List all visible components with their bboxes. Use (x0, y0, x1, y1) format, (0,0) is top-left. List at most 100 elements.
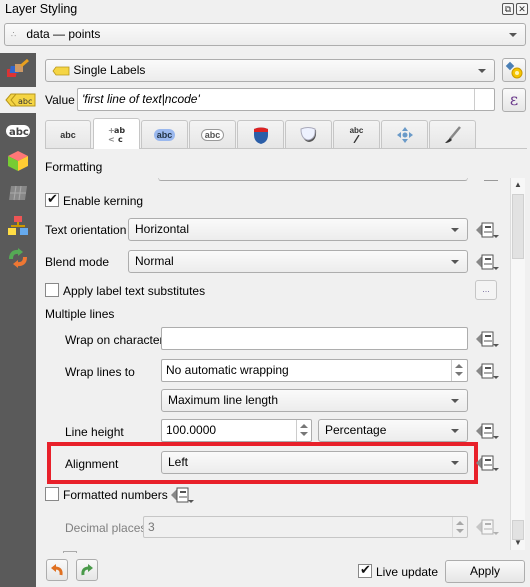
enable-kerning-checkbox[interactable] (45, 191, 59, 207)
sidebar-item-3d-view[interactable] (0, 146, 36, 176)
chevron-down-icon (451, 399, 459, 403)
formatting-icon: + ab < c (108, 126, 125, 143)
tab-background[interactable] (237, 120, 284, 148)
line-height-label: Line height (65, 425, 124, 439)
renderer-selector[interactable]: Single Labels (45, 59, 495, 82)
tab-callouts-label: abc (349, 126, 364, 135)
sidebar-item-masks[interactable]: abc (0, 116, 36, 146)
data-defined-override-icon[interactable] (475, 220, 501, 240)
svg-text:<: < (108, 135, 115, 143)
apply-substitutes-checkbox[interactable] (45, 283, 59, 297)
sidebar-item-symbology[interactable] (0, 53, 36, 85)
text-orientation-value: Horizontal (135, 222, 190, 236)
svg-text:c: c (118, 135, 123, 143)
data-defined-override-icon[interactable] (475, 421, 501, 441)
tab-buffer[interactable]: abc (141, 120, 188, 148)
data-defined-override-icon[interactable] (475, 517, 501, 537)
multiple-lines-title: Multiple lines (45, 307, 115, 321)
data-defined-override-icon[interactable] (475, 329, 501, 349)
decimal-places-value: 3 (148, 520, 155, 534)
formatted-numbers-label: Formatted numbers (63, 488, 168, 502)
data-defined-override-icon[interactable] (170, 485, 196, 505)
wrap-lines-to-label: Wrap lines to (65, 365, 135, 379)
wrap-mode-select[interactable]: Maximum line length (161, 389, 468, 412)
paintbrush-icon (7, 59, 29, 77)
scroll-up-button[interactable]: ▲ (511, 180, 525, 194)
data-defined-override-icon[interactable] (475, 361, 501, 381)
line-height-spinbox[interactable]: 100.0000 (161, 419, 312, 442)
value-expression-input[interactable]: 'first line of text|ncode' (77, 88, 495, 111)
blend-mode-select[interactable]: Normal (128, 250, 468, 273)
text-orientation-select[interactable]: Horizontal (128, 218, 468, 241)
diagram-icon (9, 185, 27, 201)
abc-mask-icon: abc (6, 125, 30, 138)
undo-redo-icon (9, 248, 27, 268)
wrap-on-character-label: Wrap on character (65, 333, 164, 347)
tab-buffer-label: abc (153, 128, 176, 141)
decimal-places-label: Decimal places (65, 521, 147, 535)
section-title-formatting: Formatting (45, 160, 103, 174)
renderer-mode: Single Labels (73, 63, 146, 77)
svg-text:ab: ab (114, 126, 125, 135)
callout-line-icon (352, 135, 360, 143)
live-update-label: Live update (376, 565, 439, 579)
redo-icon (81, 564, 93, 576)
window-title: Layer Styling (5, 2, 78, 16)
data-defined-override-icon[interactable] (475, 252, 501, 272)
tab-mask-label: abc (200, 128, 225, 141)
apply-button[interactable]: Apply (445, 560, 525, 583)
line-height-unit-select[interactable]: Percentage (318, 419, 468, 442)
spin-arrows-icon[interactable] (452, 517, 466, 538)
text-orientation-label: Text orientation (45, 223, 127, 237)
rule-settings-button[interactable] (502, 58, 526, 82)
clipped-field (158, 178, 468, 181)
shield-sign-icon (253, 127, 268, 144)
sidebar-item-history[interactable] (0, 243, 36, 273)
redo-button[interactable] (76, 559, 98, 581)
live-update-checkbox[interactable] (358, 562, 372, 578)
move-arrows-icon (396, 126, 413, 143)
spin-arrows-icon[interactable] (296, 420, 310, 441)
tab-placement[interactable] (381, 120, 428, 148)
alignment-select[interactable]: Left (161, 451, 468, 474)
data-defined-override-icon[interactable] (475, 453, 501, 473)
undo-button[interactable] (46, 559, 68, 581)
undo-icon (51, 564, 63, 576)
formatted-numbers-checkbox[interactable] (45, 487, 59, 501)
wrap-on-character-input[interactable] (161, 327, 468, 350)
line-height-unit-value: Percentage (325, 423, 387, 437)
alignment-label: Alignment (65, 457, 119, 471)
label-abc-icon (52, 66, 70, 76)
3d-cube-icon (8, 151, 28, 171)
wrap-lines-to-value: No automatic wrapping (166, 363, 289, 377)
svg-text:abc: abc (18, 97, 32, 106)
clipped-icon (484, 180, 498, 181)
scroll-down-button[interactable]: ▼ (511, 538, 525, 550)
decimal-places-spinbox[interactable]: 3 (143, 516, 468, 538)
expression-button[interactable]: ε (502, 88, 526, 112)
blend-mode-value: Normal (135, 254, 174, 268)
substitutes-edit-button[interactable]: ... (475, 280, 497, 300)
alignment-value: Left (168, 455, 189, 469)
scrollbar-lower-area[interactable] (512, 520, 524, 540)
value-dropdown-button[interactable] (474, 89, 494, 110)
spin-arrows-icon[interactable] (451, 360, 465, 381)
close-button[interactable]: ✕ (516, 3, 528, 15)
tab-rendering[interactable] (429, 120, 476, 148)
value-expression-text: 'first line of text|ncode' (82, 92, 200, 106)
scrollbar-thumb[interactable] (512, 194, 524, 259)
chevron-down-icon (451, 228, 459, 232)
float-button[interactable]: ⧉ (502, 3, 514, 15)
tab-mask[interactable]: abc (189, 120, 236, 148)
point-layer-icon: ∴ (11, 30, 17, 39)
tab-callouts[interactable]: abc (333, 120, 380, 148)
tab-shadow[interactable] (285, 120, 332, 148)
sidebar-item-diagrams[interactable] (0, 178, 36, 208)
tab-text[interactable]: abc (45, 120, 91, 148)
sidebar-item-attributes-form[interactable] (0, 211, 36, 241)
tab-formatting[interactable]: + ab < c (93, 118, 140, 149)
form-icon (8, 216, 28, 235)
wrap-lines-to-spinbox[interactable]: No automatic wrapping (161, 359, 468, 382)
chevron-down-icon (478, 69, 486, 73)
layer-selector[interactable]: ∴ data — points (4, 23, 526, 46)
